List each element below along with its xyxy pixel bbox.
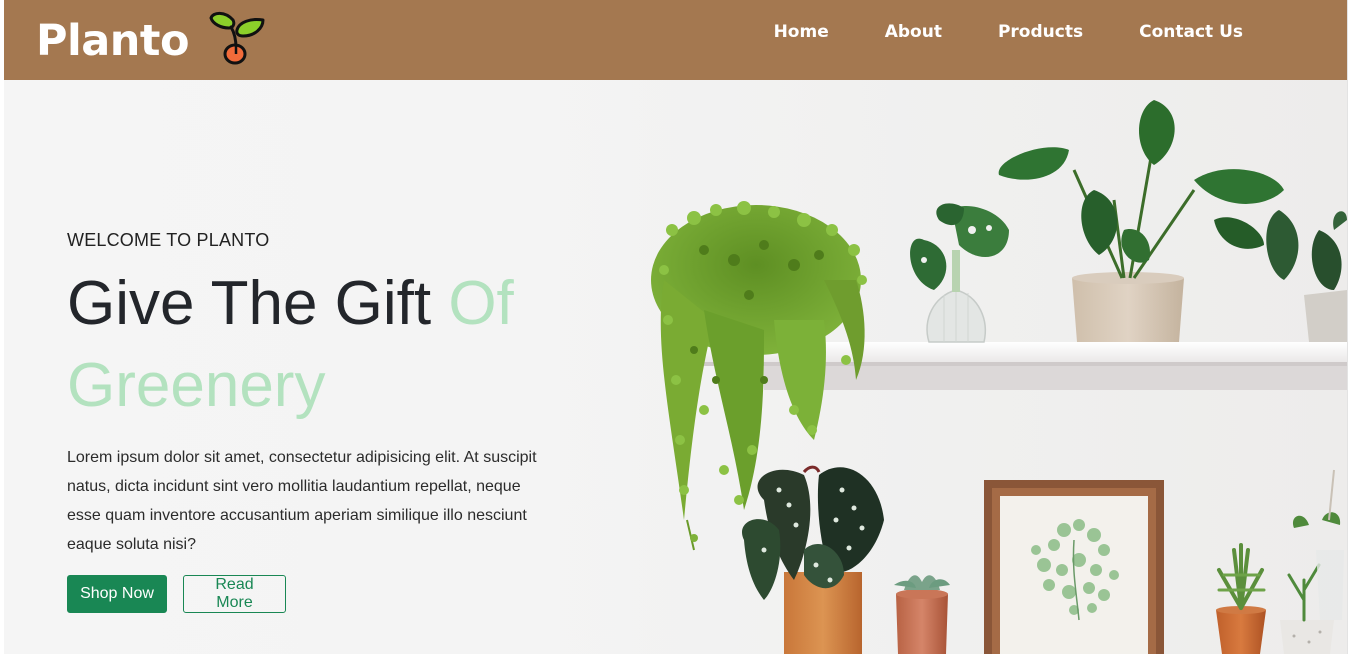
brand-name[interactable]: Planto bbox=[36, 16, 189, 66]
hero-copy: WELCOME TO PLANTO Give The Gift Of Greene… bbox=[67, 230, 547, 613]
page: Planto Home About Products Contact Us WE… bbox=[0, 0, 1352, 654]
hero-headline: Give The Gift Of Greenery bbox=[67, 263, 547, 427]
navbar: Planto Home About Products Contact Us bbox=[4, 0, 1347, 80]
nav-home-link[interactable]: Home bbox=[774, 22, 829, 42]
hero-buttons: Shop Now Read More bbox=[67, 575, 547, 613]
hero-description: Lorem ipsum dolor sit amet, consectetur … bbox=[67, 449, 537, 553]
brand[interactable]: Planto bbox=[36, 8, 267, 73]
scrollbar-track[interactable] bbox=[1347, 0, 1352, 654]
hero-section: WELCOME TO PLANTO Give The Gift Of Greene… bbox=[4, 80, 1347, 654]
welcome-eyebrow: WELCOME TO PLANTO bbox=[67, 230, 270, 250]
nav-about-link[interactable]: About bbox=[885, 22, 942, 42]
headline-accent-of: Of bbox=[448, 269, 514, 338]
sprout-icon bbox=[207, 8, 267, 73]
framed-print bbox=[984, 480, 1164, 654]
nav-contact-link[interactable]: Contact Us bbox=[1139, 22, 1243, 42]
headline-accent-greenery: Greenery bbox=[67, 351, 326, 420]
shop-now-button[interactable]: Shop Now bbox=[67, 575, 167, 613]
headline-main: Give The Gift bbox=[67, 269, 449, 338]
nav-products-link[interactable]: Products bbox=[998, 22, 1083, 42]
read-more-button[interactable]: Read More bbox=[183, 575, 286, 613]
nav-menu: Home About Products Contact Us bbox=[718, 22, 1243, 42]
